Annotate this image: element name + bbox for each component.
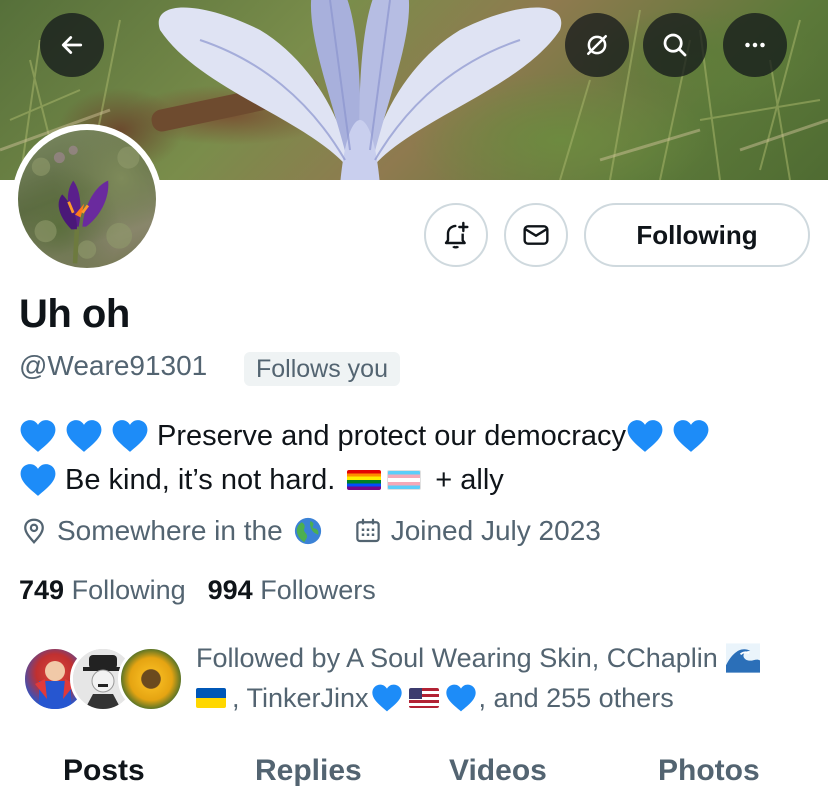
followed-by-others: , and 255 others — [478, 683, 674, 713]
followed-by-names: Followed by A Soul Wearing Skin, CChapli… — [196, 643, 718, 673]
bio-line-2: Be kind, it’s not hard. + ally — [19, 458, 819, 502]
profile-avatar[interactable] — [12, 124, 162, 274]
search-icon — [663, 33, 687, 57]
display-name: Uh oh — [19, 292, 130, 336]
bio-line-1: Preserve and protect our democracy — [19, 414, 819, 458]
globe-americas-icon — [294, 517, 321, 545]
following-button[interactable]: Following — [584, 203, 810, 267]
profile-stats: 749 Following 994 Followers — [19, 575, 398, 606]
blue-heart-icon — [66, 420, 102, 452]
grok-slash-icon — [587, 35, 607, 55]
bio-text-line-1: Preserve and protect our democracy — [157, 420, 627, 452]
follows-you-badge: Follows you — [244, 352, 400, 386]
blue-heart-icon — [673, 420, 709, 452]
bell-plus-icon — [444, 221, 469, 249]
followers-count-link[interactable]: 994 Followers — [208, 575, 376, 606]
bio-ally-text: + ally — [435, 464, 504, 496]
profile-bio: Preserve and protect our democracy Be ki… — [19, 414, 819, 502]
followed-by-text[interactable]: Followed by A Soul Wearing Skin, CChapli… — [196, 638, 816, 718]
ukraine-flag-icon — [196, 688, 226, 708]
user-handle: @Weare91301 — [19, 350, 208, 381]
arrow-left-icon — [61, 36, 83, 54]
blue-heart-icon — [20, 464, 56, 496]
blue-heart-icon — [20, 420, 56, 452]
profile-meta: Somewhere in the Joined July 2023 — [19, 515, 601, 547]
followers-count: 994 — [207, 575, 253, 605]
grok-button[interactable] — [565, 13, 629, 77]
us-flag-icon — [408, 688, 439, 708]
blue-heart-icon — [445, 684, 476, 712]
more-options-button[interactable] — [723, 13, 787, 77]
joined-date: Joined July 2023 — [390, 515, 601, 546]
following-label: Following — [71, 575, 186, 605]
blue-heart-icon — [627, 420, 663, 452]
wave-emoji-icon — [725, 643, 760, 673]
calendar-icon — [355, 518, 380, 543]
search-button[interactable] — [643, 13, 707, 77]
location-text: Somewhere in the — [57, 515, 283, 546]
following-count: 749 — [19, 575, 65, 605]
tab-videos[interactable]: Videos — [449, 754, 547, 788]
tab-photos[interactable]: Photos — [658, 754, 760, 788]
back-button[interactable] — [40, 13, 104, 77]
ellipsis-icon — [745, 42, 765, 48]
following-count-link[interactable]: 749 Following — [19, 575, 186, 606]
rainbow-flag-icon — [347, 470, 382, 490]
envelope-icon — [523, 225, 549, 245]
blue-heart-icon — [112, 420, 148, 452]
message-button[interactable] — [504, 203, 568, 267]
profile-tabs: Posts Replies Videos Photos — [0, 750, 828, 803]
tab-posts[interactable]: Posts — [63, 754, 145, 788]
followed-by-line-2: , TinkerJinx , and 255 others — [196, 678, 816, 718]
followed-by-tinkerjinx: , TinkerJinx — [232, 683, 369, 713]
followers-label: Followers — [260, 575, 376, 605]
tab-replies[interactable]: Replies — [255, 754, 362, 788]
notifications-button[interactable] — [424, 203, 488, 267]
blue-heart-icon — [371, 684, 402, 712]
mutual-follower-avatar — [118, 646, 184, 712]
mutual-followers-avatars[interactable] — [22, 646, 184, 716]
location-pin-icon — [24, 518, 44, 544]
crocus-flower-image — [31, 145, 140, 264]
transgender-flag-icon — [387, 470, 422, 490]
banner-iris-flower — [158, 0, 562, 180]
followed-by-line-1: Followed by A Soul Wearing Skin, CChapli… — [196, 638, 816, 678]
bio-text-line-2: Be kind, it’s not hard. — [65, 464, 336, 496]
